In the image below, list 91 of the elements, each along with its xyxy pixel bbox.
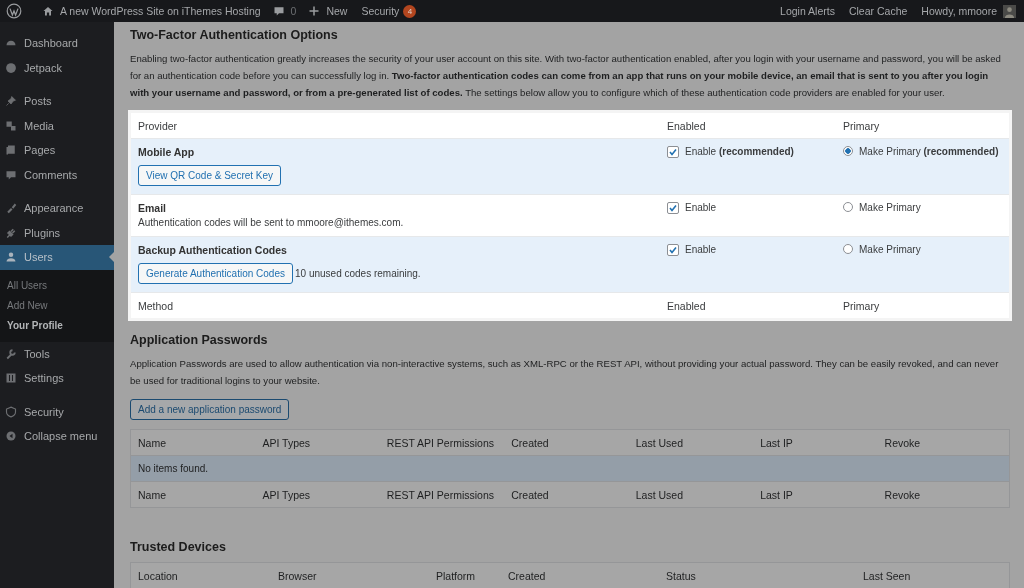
avatar-icon[interactable] [1003, 4, 1016, 18]
column-footer: API Types [262, 488, 387, 501]
column-header: Location [138, 569, 179, 582]
section-description: Application Passwords are used to allow authentication via non-interactive systems, such as XML-RPC or the REST API, without providing your actual password. They can be easily revoked, and can never be used for traditional logins to your website. [130, 357, 1000, 388]
column-footer: Enabled [667, 299, 843, 312]
column-footer: REST API Permissions [386, 488, 512, 501]
column-header: Revoke [884, 436, 922, 449]
notification-badge: 4 [403, 4, 417, 18]
column-footer: Name [138, 488, 263, 501]
provider-name: Mobile App [138, 146, 196, 158]
column-header: Browser [278, 569, 318, 582]
submenu-item[interactable]: Add New [0, 295, 114, 316]
sidebar-item[interactable]: Appearance [0, 196, 114, 221]
column-footer: Revoke [884, 488, 1009, 501]
home-icon [42, 5, 54, 17]
admin-bar-link[interactable]: Clear Cache [848, 5, 908, 17]
collapse-icon [5, 430, 17, 443]
submenu-item[interactable]: All Users [0, 275, 114, 296]
sidebar-item[interactable]: Users [0, 245, 114, 270]
section-title: Trusted Devices [130, 540, 227, 554]
new-link[interactable]: New [326, 5, 348, 17]
enable-label: Enable [685, 202, 717, 213]
provider-description: Authentication codes will be sent to mmoore@ithemes.com. [138, 217, 405, 228]
sidebar-item[interactable]: Posts [0, 89, 114, 114]
site-title-link[interactable]: A new WordPress Site on iThemes Hosting [60, 5, 261, 17]
enable-checkbox[interactable] [667, 202, 679, 214]
column-footer: Created [511, 488, 636, 501]
comments-count[interactable]: 0 [290, 5, 297, 17]
column-header: Last IP [760, 436, 794, 449]
column-footer: Primary [843, 299, 1009, 312]
column-header: Primary [843, 119, 881, 132]
column-header: Last Seen [863, 569, 912, 582]
admin-bar-link[interactable]: Login Alerts [780, 5, 835, 17]
plus-icon [308, 5, 321, 17]
column-footer: Last Used [635, 488, 761, 501]
wrench-icon [5, 347, 17, 360]
codes-note: 10 unused codes remaining. [295, 268, 421, 279]
sidebar-item[interactable]: Settings [0, 366, 114, 391]
provider-button[interactable]: View QR Code & Secret Key [138, 165, 282, 186]
sidebar-item[interactable]: Comments [0, 162, 114, 187]
sidebar-item[interactable]: Plugins [0, 220, 114, 245]
column-header: Created [508, 569, 547, 582]
wordpress-logo-icon[interactable] [6, 3, 22, 19]
primary-radio[interactable] [843, 244, 853, 254]
sidebar-item[interactable]: Media [0, 113, 114, 138]
plug-icon [5, 226, 17, 239]
column-header: API Types [262, 436, 312, 449]
column-footer: Last IP [760, 488, 885, 501]
submenu-item[interactable]: Your Profile [0, 315, 114, 336]
primary-radio[interactable] [843, 202, 853, 212]
howdy-link[interactable]: Howdy, mmoore [921, 5, 997, 17]
media-icon [5, 119, 17, 132]
sidebar-item[interactable]: Security [0, 399, 114, 424]
column-header: Created [511, 436, 550, 449]
column-header: Platform [436, 569, 477, 582]
sidebar-item[interactable]: Dashboard [0, 31, 114, 56]
empty-message: No items found. [138, 463, 209, 474]
sidebar-item[interactable]: Jetpack [0, 55, 114, 80]
shield-icon [5, 405, 17, 418]
provider-name: Email [138, 202, 167, 214]
column-header: Provider [138, 119, 179, 132]
pages-icon [5, 144, 17, 157]
primary-label: Make Primary (recommended) [859, 146, 999, 157]
enable-label: Enable (recommended) [685, 146, 794, 157]
column-header: Last Used [635, 436, 684, 449]
provider-button[interactable]: Generate Authentication Codes [138, 263, 293, 284]
enable-checkbox[interactable] [667, 146, 679, 158]
column-header: REST API Permissions [386, 436, 496, 449]
column-header: Enabled [667, 119, 707, 132]
pin-icon [5, 95, 17, 108]
sidebar-item[interactable]: Tools [0, 341, 114, 366]
comment-icon [272, 5, 285, 17]
column-footer: Method [138, 299, 667, 312]
column-header: Status [666, 569, 697, 582]
primary-label: Make Primary [859, 202, 921, 213]
enable-checkbox[interactable] [667, 244, 679, 256]
primary-radio[interactable] [843, 146, 853, 156]
column-header: Name [138, 436, 167, 449]
user-icon [5, 251, 17, 264]
enable-label: Enable [685, 244, 717, 255]
section-title: Two-Factor Authentication Options [130, 28, 339, 42]
section-title: Application Passwords [130, 333, 269, 347]
primary-label: Make Primary [859, 244, 921, 255]
add-password-button[interactable]: Add a new application password [130, 399, 290, 420]
security-link[interactable]: Security [361, 5, 400, 17]
provider-name: Backup Authentication Codes [138, 244, 288, 256]
comment-icon [5, 168, 17, 181]
sidebar-item[interactable]: Pages [0, 138, 114, 163]
settings-icon [5, 372, 17, 385]
intro-text: Enabling two-factor authentication greatly increases the security of your user account on this site. With two-factor authentication enabled, after you login with your username and password, you will be asked for an authentication code before you can successfully log in. Two-factor authentication codes can come from an app that runs on your mobile device, an email that is sent to you after you login with your username and password, or from a pre-generated list of codes. The settings below allow you to configure which of these authentication code providers are enabled for your user. [130, 52, 1002, 100]
sidebar-item[interactable]: Collapse menu [0, 424, 114, 449]
